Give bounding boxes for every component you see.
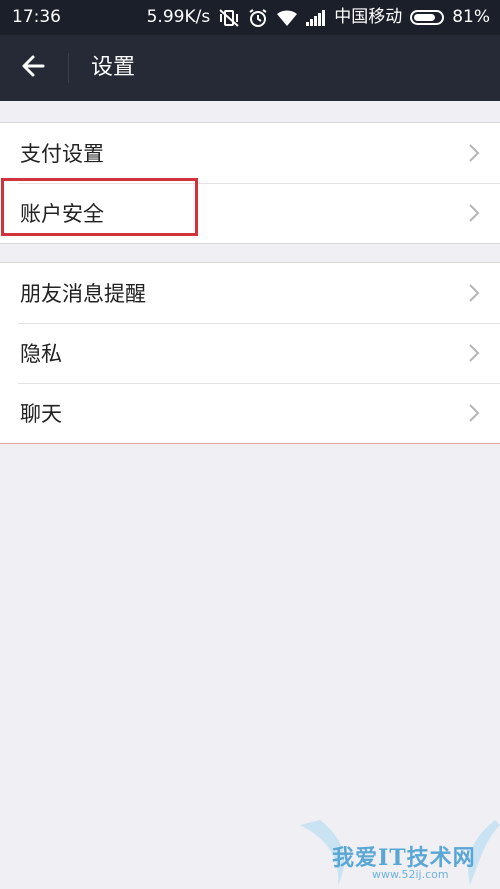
settings-item-payment[interactable]: 支付设置 <box>0 123 500 183</box>
settings-item-label: 隐私 <box>20 342 62 366</box>
status-right: 5.99K/s 中国移动 81% <box>147 0 490 35</box>
settings-item-account-security[interactable]: 账户安全 <box>0 183 500 243</box>
settings-item-privacy[interactable]: 隐私 <box>0 323 500 383</box>
battery-percent: 81% <box>452 7 490 27</box>
signal-icon <box>306 0 326 35</box>
back-button[interactable] <box>0 35 66 101</box>
settings-group-1: 支付设置 账户安全 <box>0 122 500 244</box>
chevron-right-icon <box>469 144 480 162</box>
chevron-right-icon <box>469 344 480 362</box>
chevron-right-icon <box>469 404 480 422</box>
chevron-right-icon <box>469 204 480 222</box>
back-arrow-icon <box>21 55 45 81</box>
settings-item-chat[interactable]: 聊天 <box>0 383 500 443</box>
carrier-name: 中国移动 <box>334 7 403 27</box>
page-title: 设置 <box>91 55 136 80</box>
settings-item-label: 朋友消息提醒 <box>20 282 146 306</box>
settings-item-friend-notifications[interactable]: 朋友消息提醒 <box>0 263 500 323</box>
battery-icon <box>410 10 445 25</box>
settings-group-2: 朋友消息提醒 隐私 聊天 <box>0 262 500 444</box>
wifi-icon <box>276 0 298 35</box>
alarm-icon <box>248 0 268 35</box>
watermark-url: www.52ij.com <box>372 868 449 881</box>
settings-item-label: 账户安全 <box>20 202 104 226</box>
status-time: 17:36 <box>12 7 61 27</box>
network-speed: 5.99K/s <box>146 7 211 27</box>
settings-item-label: 聊天 <box>20 402 62 426</box>
header-divider <box>68 53 69 83</box>
status-bar: 17:36 5.99K/s 中国移动 81% <box>0 0 500 35</box>
header-bar: 设置 <box>0 35 500 101</box>
settings-item-label: 支付设置 <box>20 142 104 166</box>
chevron-right-icon <box>469 284 480 302</box>
vibrate-off-icon <box>218 0 240 35</box>
